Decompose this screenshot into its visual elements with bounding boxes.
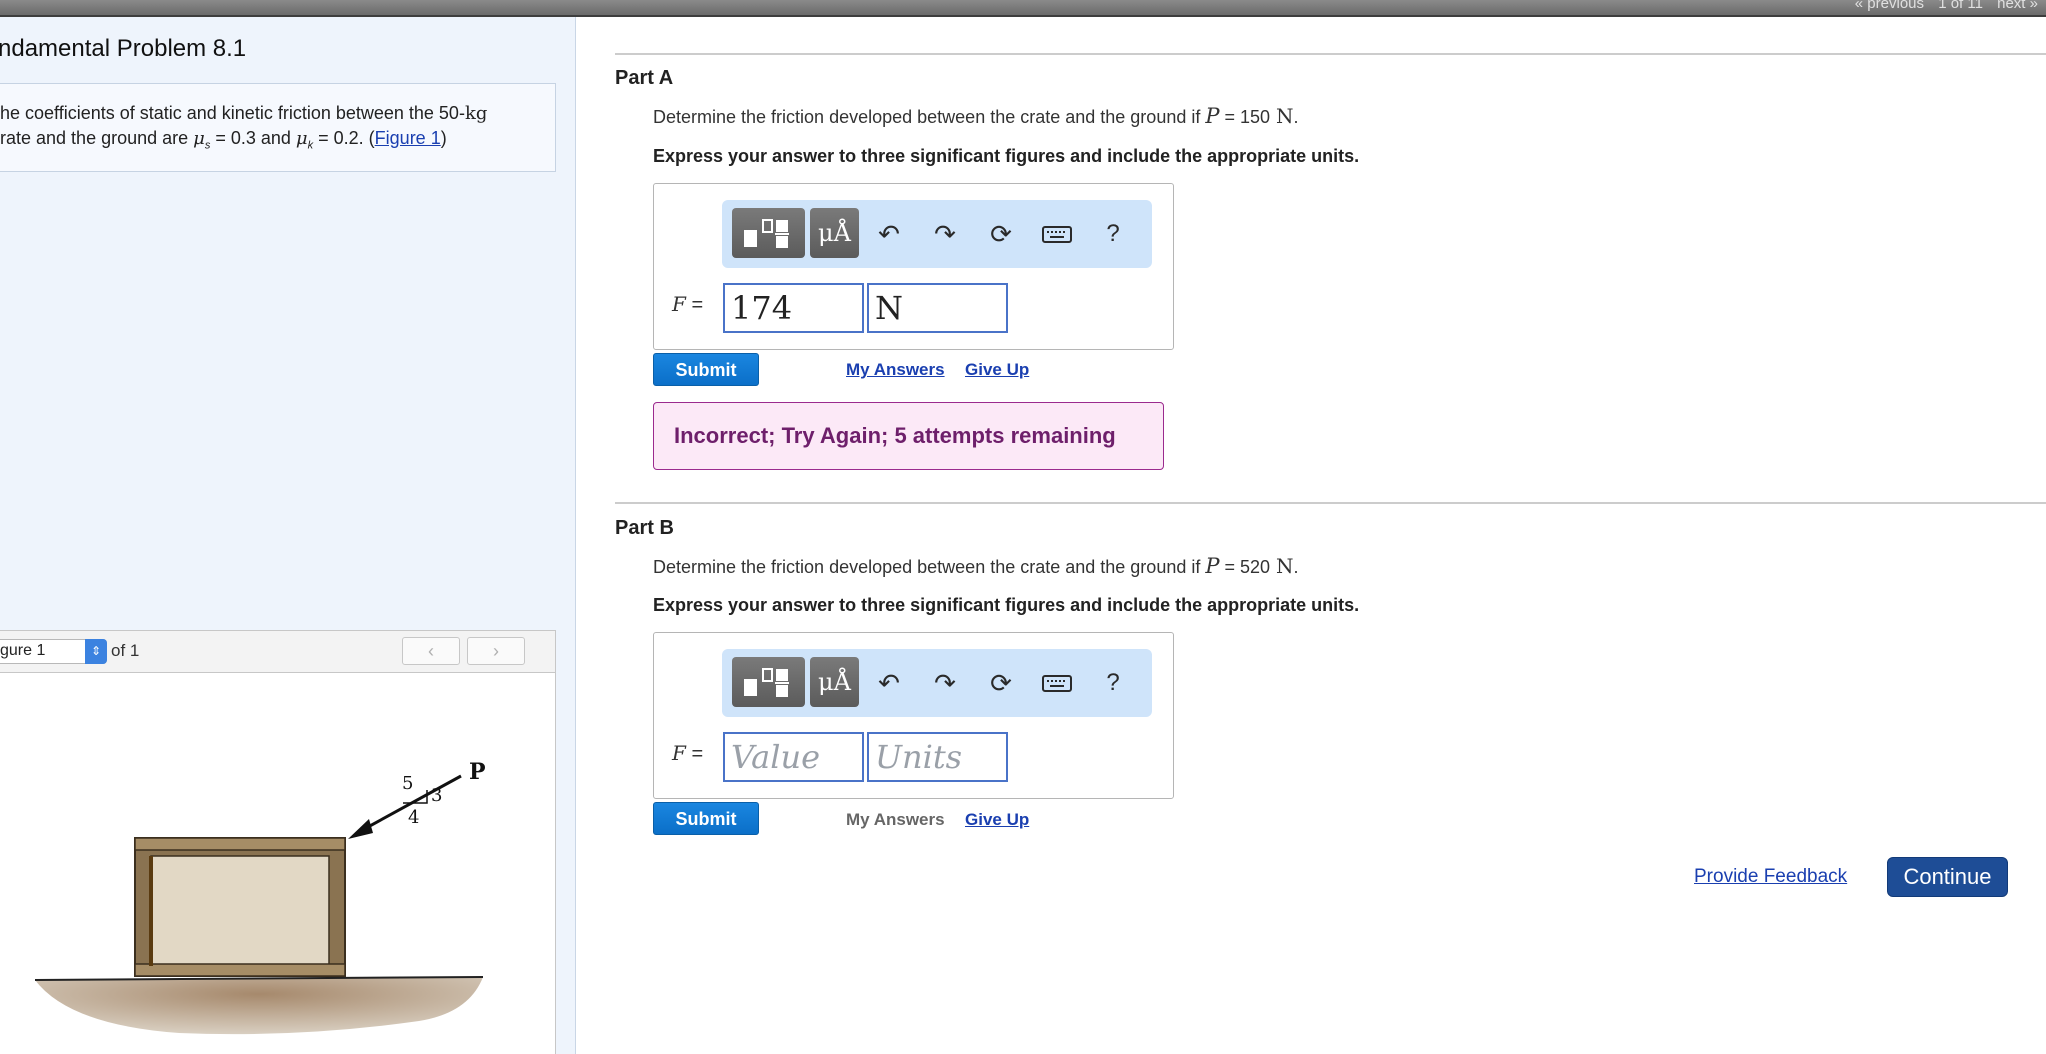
- ground-shape: [35, 977, 483, 1035]
- redo-icon[interactable]: ↷: [928, 666, 962, 700]
- part-a-units-input[interactable]: N: [867, 283, 1008, 333]
- reset-icon[interactable]: ⟳: [984, 217, 1018, 251]
- units-button[interactable]: μÅ: [810, 657, 859, 707]
- figure-area: P 5 3 4: [0, 673, 556, 1054]
- part-b-math-toolbar: μÅ ↶ ↷ ⟳ ?: [722, 649, 1152, 717]
- templates-icon: [744, 668, 789, 697]
- part-a-label: Part A: [615, 67, 674, 89]
- part-b-units-input[interactable]: Units: [867, 732, 1008, 782]
- redo-icon[interactable]: ↷: [928, 217, 962, 251]
- part-a-f-label: F =: [672, 292, 704, 316]
- crate-top-board: [134, 837, 346, 851]
- figure-select[interactable]: gure 1 ⇕: [0, 639, 107, 664]
- position-indicator: 1 of 11: [1938, 0, 1983, 12]
- part-b-f-label: F =: [672, 741, 704, 765]
- chevron-right-icon: ›: [493, 641, 499, 661]
- part-b-value-input[interactable]: Value: [723, 732, 864, 782]
- part-a-give-up-link[interactable]: Give Up: [965, 360, 1029, 380]
- problem-pane: ndamental Problem 8.1 he coefficients of…: [0, 17, 576, 1054]
- problem-title: ndamental Problem 8.1: [0, 35, 247, 62]
- crate-panel: [150, 855, 330, 967]
- part-b-divider: [615, 502, 2046, 504]
- units-icon: μÅ: [818, 219, 851, 247]
- help-icon[interactable]: ?: [1096, 666, 1130, 700]
- mu-k-symbol: μ: [295, 128, 308, 149]
- help-icon[interactable]: ?: [1096, 217, 1130, 251]
- figure-next-button[interactable]: ›: [467, 637, 525, 665]
- answer-pane: Part A Determine the friction developed …: [577, 17, 2046, 1054]
- next-link[interactable]: next »: [1997, 0, 2038, 12]
- keyboard-icon[interactable]: [1040, 666, 1074, 700]
- problem-line-2: rate and the ground are μs = 0.3 and μk …: [0, 128, 447, 152]
- part-b-instruction: Express your answer to three significant…: [653, 595, 1360, 615]
- provide-feedback-link[interactable]: Provide Feedback: [1694, 866, 1847, 888]
- slope-label-5: 5: [402, 773, 413, 794]
- mu-s-symbol: μ: [193, 128, 205, 149]
- part-a-math-toolbar: μÅ ↶ ↷ ⟳ ?: [722, 200, 1152, 268]
- units-button[interactable]: μÅ: [810, 208, 859, 258]
- slope-label-4: 4: [408, 807, 419, 828]
- reset-icon[interactable]: ⟳: [984, 666, 1018, 700]
- chevron-left-icon: ‹: [428, 641, 434, 661]
- slope-label-3: 3: [431, 785, 442, 806]
- top-bar: « previous 1 of 11 next »: [0, 0, 2046, 17]
- part-a-submit-button[interactable]: Submit: [653, 353, 759, 386]
- part-b-my-answers-link: My Answers: [846, 810, 945, 829]
- units-icon: μÅ: [818, 668, 851, 696]
- part-a-instruction: Express your answer to three significant…: [653, 146, 1360, 166]
- problem-line-1: he coefficients of static and kinetic fr…: [0, 103, 488, 124]
- top-nav: « previous 1 of 11 next »: [1845, 0, 2038, 12]
- part-a-divider: [615, 53, 2046, 55]
- figure-toolbar: gure 1 ⇕ of 1 ‹ ›: [0, 630, 556, 673]
- part-b-label: Part B: [615, 517, 674, 539]
- part-a-my-answers-link[interactable]: My Answers: [846, 360, 945, 380]
- part-b-give-up-link[interactable]: Give Up: [965, 810, 1029, 830]
- kg-unit: kg: [464, 103, 488, 124]
- force-label-p: P: [469, 759, 486, 785]
- select-arrows-icon: ⇕: [85, 639, 107, 664]
- templates-icon: [744, 219, 789, 248]
- continue-button[interactable]: Continue: [1887, 857, 2008, 897]
- crate-bottom-board: [134, 963, 346, 977]
- undo-icon[interactable]: ↶: [872, 217, 906, 251]
- templates-button[interactable]: [732, 208, 805, 258]
- part-a-value-input[interactable]: 174: [723, 283, 864, 333]
- keyboard-icon[interactable]: [1040, 217, 1074, 251]
- part-b-answer-box: μÅ ↶ ↷ ⟳ ? F = Value Units: [653, 632, 1174, 799]
- part-b-submit-button[interactable]: Submit: [653, 802, 759, 835]
- part-a-feedback-box: Incorrect; Try Again; 5 attempts remaini…: [653, 402, 1164, 470]
- crate-figure: P 5 3 4: [34, 759, 486, 1035]
- part-a-answer-box: μÅ ↶ ↷ ⟳ ? F = 174 N: [653, 183, 1174, 350]
- part-a-feedback-text: Incorrect; Try Again; 5 attempts remaini…: [674, 423, 1116, 448]
- figure-count: of 1: [111, 641, 140, 660]
- part-a-question: Determine the friction developed between…: [653, 104, 1299, 128]
- figure-prev-button[interactable]: ‹: [402, 637, 460, 665]
- undo-icon[interactable]: ↶: [872, 666, 906, 700]
- previous-link[interactable]: « previous: [1855, 0, 1924, 12]
- problem-statement: he coefficients of static and kinetic fr…: [0, 101, 560, 158]
- figure-link[interactable]: Figure 1: [375, 128, 441, 148]
- templates-button[interactable]: [732, 657, 805, 707]
- part-b-question: Determine the friction developed between…: [653, 554, 1299, 578]
- force-arrow-head: [348, 819, 373, 839]
